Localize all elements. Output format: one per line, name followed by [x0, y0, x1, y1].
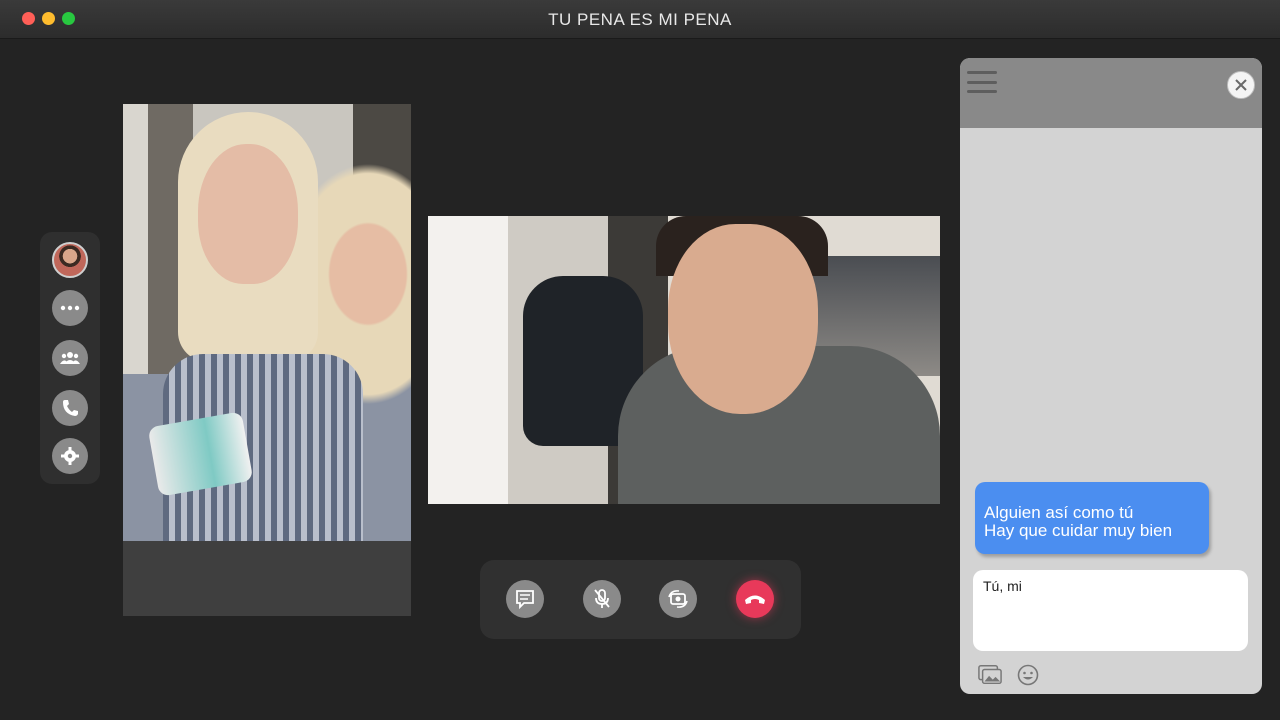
hamburger-menu-icon[interactable]: [967, 71, 997, 93]
message-bubble: Alguien así como tú Hay que cuidar muy b…: [975, 482, 1209, 554]
smiley-icon: [1017, 664, 1039, 686]
title-bar: TU PENA ES MI PENA: [0, 0, 1280, 39]
ellipsis-icon: [60, 305, 80, 311]
call-button[interactable]: [52, 390, 88, 426]
attach-image-button[interactable]: [978, 663, 1002, 687]
emoji-button[interactable]: [1016, 663, 1040, 687]
call-controls: [480, 560, 801, 639]
chat-panel: Alguien así como tú Hay que cuidar muy b…: [960, 58, 1262, 694]
hang-up-icon: [745, 595, 765, 604]
switch-camera-button[interactable]: [659, 580, 697, 618]
end-call-button[interactable]: [736, 580, 774, 618]
chat-button[interactable]: [506, 580, 544, 618]
person-face: [668, 224, 818, 414]
counter: [123, 541, 411, 616]
gear-icon: [61, 447, 79, 465]
contact-avatar[interactable]: [52, 242, 88, 278]
close-chat-button[interactable]: [1227, 71, 1255, 99]
sidebar: [40, 232, 100, 484]
phone-icon: [63, 400, 78, 416]
mute-button[interactable]: [583, 580, 621, 618]
chat-header: [960, 58, 1262, 128]
message-line: Hay que cuidar muy bien: [984, 521, 1173, 540]
more-button[interactable]: [52, 290, 88, 326]
close-icon: [1235, 79, 1247, 91]
person-face: [198, 144, 298, 284]
chat-icon: [516, 590, 534, 609]
app-window: TU PENA ES MI PENA Alguien así como tú H…: [0, 0, 1280, 720]
mic-off-icon: [594, 589, 610, 608]
settings-button[interactable]: [52, 438, 88, 474]
image-icon: [978, 665, 1002, 685]
group-icon: [60, 352, 80, 364]
window-title: TU PENA ES MI PENA: [548, 10, 732, 29]
camera-switch-icon: [668, 590, 688, 608]
message-line: Alguien así como tú: [984, 503, 1134, 522]
self-video-feed: [428, 216, 940, 504]
message-input[interactable]: Tú, mi: [973, 570, 1248, 651]
contacts-button[interactable]: [52, 340, 88, 376]
remote-video-feed: [123, 104, 411, 616]
